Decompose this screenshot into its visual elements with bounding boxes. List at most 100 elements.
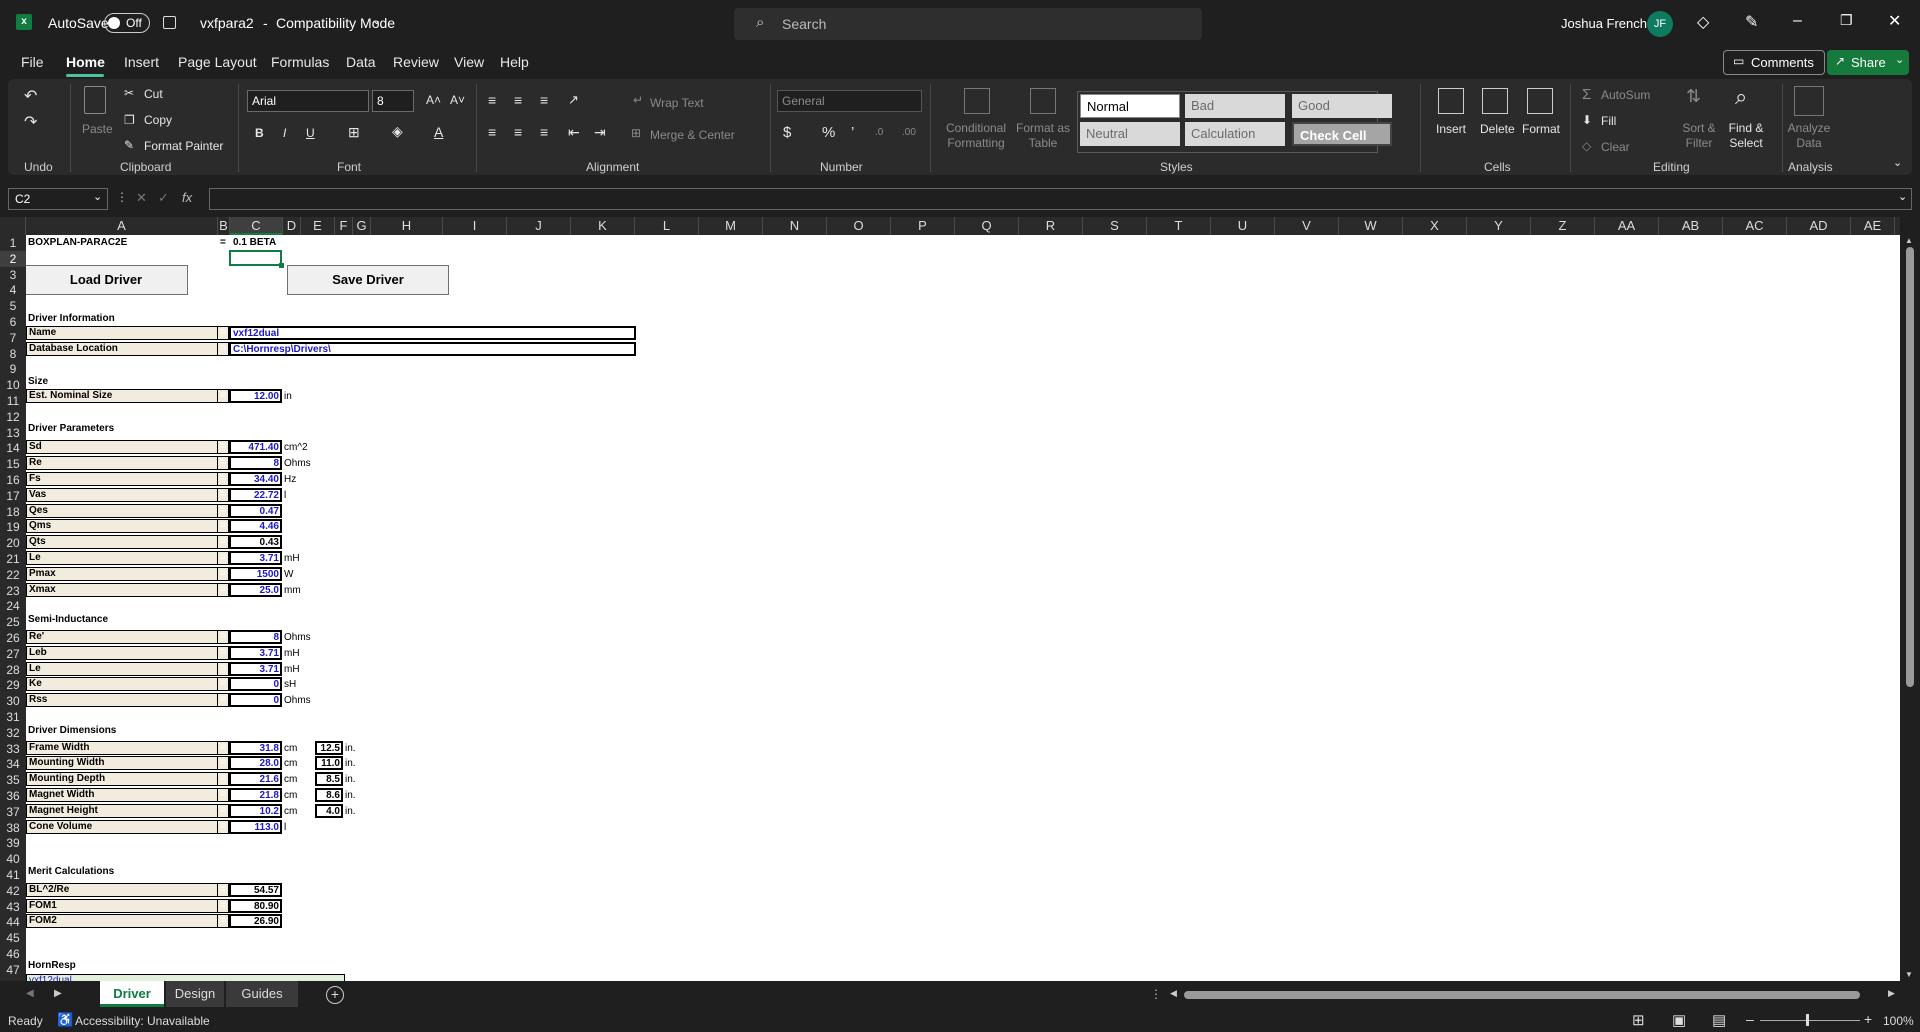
row-header-18[interactable]: 18 — [0, 504, 26, 520]
tab-prev-icon[interactable]: ◀ — [26, 988, 34, 999]
column-header-m[interactable]: M — [699, 217, 763, 235]
row-header-39[interactable]: 39 — [0, 835, 26, 851]
percent-icon[interactable]: % — [822, 124, 835, 141]
number-format-combo[interactable]: General — [777, 90, 922, 112]
format-cells-button[interactable]: Format — [1522, 122, 1560, 136]
column-header-k[interactable]: K — [571, 217, 635, 235]
comma-icon[interactable]: ’ — [851, 124, 854, 141]
zoom-slider[interactable] — [1760, 1020, 1860, 1021]
row-header-37[interactable]: 37 — [0, 804, 26, 820]
row-header-43[interactable]: 43 — [0, 899, 26, 915]
semi-leb-label[interactable]: Leb — [26, 646, 218, 660]
chevron-down-icon[interactable]: ⌄ — [1898, 190, 1907, 203]
redo-icon[interactable]: ↷ — [24, 112, 37, 132]
borders-icon[interactable]: ⊞ — [348, 124, 360, 141]
enter-icon[interactable]: ✓ — [158, 190, 169, 206]
column-header-l[interactable]: L — [635, 217, 699, 235]
paste-button[interactable]: Paste — [82, 122, 113, 136]
minimize-icon[interactable]: – — [1793, 12, 1802, 30]
menu-formulas[interactable]: Formulas — [271, 54, 329, 70]
version-label[interactable]: 0.1 BETA — [233, 237, 276, 248]
merit-bl-2-re-label[interactable]: BL^2/Re — [26, 883, 218, 897]
avatar[interactable]: JF — [1647, 11, 1673, 37]
param-qes-value[interactable]: 0.47 — [229, 504, 282, 518]
row-header-47[interactable]: 47 — [0, 962, 26, 978]
semi-rss-value[interactable]: 0 — [229, 693, 282, 707]
bold-button[interactable]: B — [255, 126, 264, 140]
vertical-scroll-thumb[interactable] — [1906, 247, 1914, 687]
tab-guides[interactable]: Guides — [226, 981, 298, 1007]
row-header-26[interactable]: 26 — [0, 630, 26, 646]
analyze-data-button[interactable]: Analyze Data — [1786, 121, 1832, 151]
param-qes-label[interactable]: Qes — [26, 504, 218, 518]
style-good[interactable]: Good — [1292, 94, 1392, 118]
font-name-combo[interactable]: Arial — [247, 90, 369, 112]
semi-leb-value[interactable]: 3.71 — [229, 646, 282, 660]
delete-cells-button[interactable]: Delete — [1480, 122, 1515, 136]
name-value[interactable]: vxf12dual — [229, 326, 636, 340]
row-header-3[interactable]: 3 — [0, 267, 26, 283]
row-header-44[interactable]: 44 — [0, 914, 26, 930]
nominal-size-value[interactable]: 12.00 — [229, 389, 282, 403]
dim-cone-volume-label[interactable]: Cone Volume — [26, 820, 218, 834]
column-header-i[interactable]: I — [443, 217, 507, 235]
merit-fom1-value[interactable]: 80.90 — [229, 899, 282, 913]
format-painter-button[interactable]: Format Painter — [144, 139, 223, 153]
column-header-h[interactable]: H — [371, 217, 443, 235]
add-sheet-icon[interactable]: + — [326, 986, 344, 1004]
close-icon[interactable]: ✕ — [1888, 11, 1901, 31]
column-header-t[interactable]: T — [1147, 217, 1211, 235]
horizontal-scroll-thumb[interactable] — [1184, 991, 1860, 999]
param-qts-label[interactable]: Qts — [26, 535, 218, 549]
column-header-g[interactable]: G — [353, 217, 371, 235]
row-header-6[interactable]: 6 — [0, 314, 26, 330]
menu-view[interactable]: View — [454, 54, 484, 70]
style-bad[interactable]: Bad — [1185, 94, 1285, 118]
row-header-34[interactable]: 34 — [0, 756, 26, 772]
clear-button[interactable]: Clear — [1601, 140, 1630, 154]
semi-rep-label[interactable]: Re' — [26, 630, 218, 644]
scroll-down-icon[interactable]: ▼ — [1905, 970, 1913, 979]
param-xmax-label[interactable]: Xmax — [26, 583, 218, 597]
merit-bl-2-re-value[interactable]: 54.57 — [229, 883, 282, 897]
hornresp-cell[interactable]: vxf12dual — [26, 974, 345, 981]
row-header-27[interactable]: 27 — [0, 646, 26, 662]
indent-decrease-icon[interactable]: ⇤ — [568, 124, 580, 141]
increase-decimal-icon[interactable]: .0 — [875, 127, 883, 138]
insert-cells-button[interactable]: Insert — [1436, 122, 1466, 136]
menu-data[interactable]: Data — [346, 54, 376, 70]
row-header-20[interactable]: 20 — [0, 535, 26, 551]
param-sd-label[interactable]: Sd — [26, 440, 218, 454]
page-break-icon[interactable]: ▤ — [1712, 1011, 1726, 1029]
db-location-value[interactable]: C:\Hornresp\Drivers\ — [229, 342, 636, 356]
tab-driver[interactable]: Driver — [100, 981, 164, 1007]
autosave-toggle[interactable]: Off — [104, 13, 150, 33]
param-le-label[interactable]: Le — [26, 551, 218, 565]
row-header-4[interactable]: 4 — [0, 282, 26, 298]
dim-mounting-depth-inches-value[interactable]: 8.5 — [315, 772, 343, 786]
copy-button[interactable]: Copy — [144, 113, 172, 127]
page-layout-icon[interactable]: ▣ — [1672, 1011, 1686, 1029]
restore-icon[interactable]: ❐ — [1840, 12, 1853, 29]
row-header-24[interactable]: 24 — [0, 598, 26, 614]
chevron-down-icon[interactable]: ⌄ — [1895, 53, 1904, 66]
menu-insert[interactable]: Insert — [124, 54, 159, 70]
save-icon[interactable] — [163, 16, 176, 29]
decrease-decimal-icon[interactable]: .00 — [902, 127, 916, 138]
align-right-icon[interactable]: ≡ — [540, 124, 548, 140]
dim-frame-width-label[interactable]: Frame Width — [26, 741, 218, 755]
column-header-aa[interactable]: AA — [1595, 217, 1659, 235]
param-pmax-label[interactable]: Pmax — [26, 567, 218, 581]
row-header-46[interactable]: 46 — [0, 946, 26, 962]
accessibility-status[interactable]: Accessibility: Unavailable — [75, 1014, 210, 1028]
row-header-36[interactable]: 36 — [0, 788, 26, 804]
dim-magnet-width-label[interactable]: Magnet Width — [26, 788, 218, 802]
dim-cone-volume-value[interactable]: 113.0 — [229, 820, 282, 834]
comments-button[interactable]: ▭ Comments — [1723, 50, 1825, 75]
collapse-ribbon-icon[interactable]: ⌄ — [1893, 156, 1902, 169]
semi-ke-label[interactable]: Ke — [26, 677, 218, 691]
search-box[interactable]: ⌕ Search — [734, 8, 1202, 40]
column-header-j[interactable]: J — [507, 217, 571, 235]
column-header-u[interactable]: U — [1211, 217, 1275, 235]
align-middle-icon[interactable]: ≡ — [514, 92, 522, 108]
